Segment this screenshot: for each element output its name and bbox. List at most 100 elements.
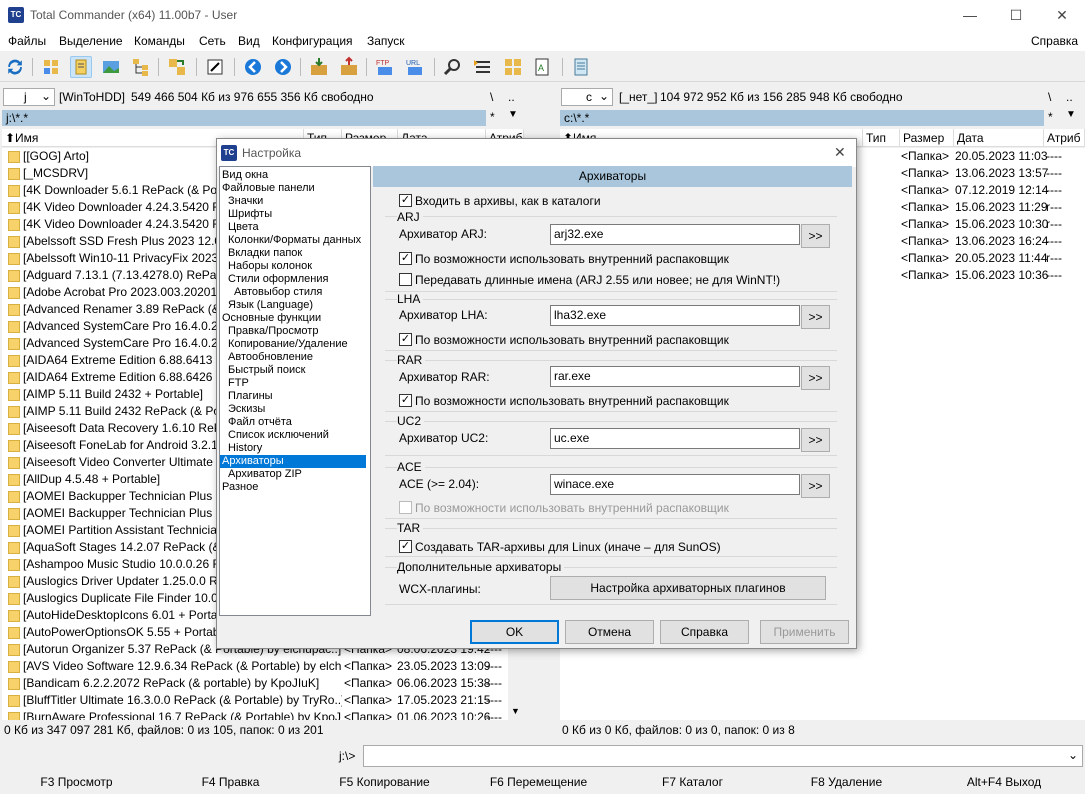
file-row[interactable]: [BluffTitler Ultimate 16.3.0.0 RePack (&… xyxy=(2,692,508,709)
left-up-button[interactable]: .. xyxy=(508,90,515,104)
left-root-button[interactable]: \ xyxy=(490,90,493,104)
wcx-plugins-button[interactable]: Настройка архиваторных плагинов xyxy=(550,576,826,600)
col-date[interactable]: Дата xyxy=(954,129,1044,147)
menu-start[interactable]: Запуск xyxy=(367,34,405,48)
file-row[interactable]: [BurnAware Professional 16.7 RePack (& P… xyxy=(2,709,508,720)
left-drive-select[interactable]: j ⌄ xyxy=(3,88,55,106)
menu-selection[interactable]: Выделение xyxy=(59,34,123,48)
brief-view-icon[interactable] xyxy=(40,56,62,78)
tree-item[interactable]: Быстрый поиск xyxy=(228,364,305,377)
refresh-icon[interactable] xyxy=(4,56,26,78)
dialog-close-button[interactable]: ✕ xyxy=(834,144,846,161)
lha-internal-checkbox[interactable]: ✓ xyxy=(399,333,412,346)
tree-item[interactable]: Язык (Language) xyxy=(228,299,313,312)
chevron-down-icon[interactable]: ⌄ xyxy=(1068,748,1078,762)
ace-browse-button[interactable]: >> xyxy=(801,474,830,498)
multi-rename-icon[interactable] xyxy=(472,56,494,78)
right-drive-select[interactable]: c ⌄ xyxy=(561,88,613,106)
arj-path-input[interactable]: arj32.exe xyxy=(550,224,800,245)
tree-view-icon[interactable] xyxy=(130,56,152,78)
invert-selection-icon[interactable] xyxy=(204,56,226,78)
col-size[interactable]: Размер xyxy=(900,129,954,147)
ftp-connect-icon[interactable]: FTP xyxy=(374,56,396,78)
lha-path-input[interactable]: lha32.exe xyxy=(550,305,800,326)
arj-browse-button[interactable]: >> xyxy=(801,224,830,248)
tree-item[interactable]: Архиваторы xyxy=(220,455,366,468)
scroll-down-icon[interactable]: ▼ xyxy=(511,706,520,716)
ace-path-input[interactable]: winace.exe xyxy=(550,474,800,495)
f7-mkdir-button[interactable]: F7 Каталог xyxy=(616,773,769,793)
f8-delete-button[interactable]: F8 Удаление xyxy=(770,773,923,793)
tree-item[interactable]: FTP xyxy=(228,377,249,390)
tree-item[interactable]: Плагины xyxy=(228,390,273,403)
tree-item[interactable]: Разное xyxy=(222,481,258,494)
tree-item[interactable]: Файл отчёта xyxy=(228,416,292,429)
col-type[interactable]: Тип xyxy=(863,129,900,147)
menu-commands[interactable]: Команды xyxy=(134,34,185,48)
tree-item[interactable]: Цвета xyxy=(228,221,259,234)
tree-item[interactable]: History xyxy=(228,442,262,455)
file-row[interactable]: [Bandicam 6.2.2.2072 RePack (& portable)… xyxy=(2,675,508,692)
menu-help[interactable]: Справка xyxy=(1031,34,1078,48)
right-hotlist-icon[interactable]: ▼ xyxy=(1066,109,1076,120)
right-root-button[interactable]: \ xyxy=(1048,90,1051,104)
unpack-icon[interactable] xyxy=(338,56,360,78)
tree-item[interactable]: Шрифты xyxy=(228,208,272,221)
f5-copy-button[interactable]: F5 Копирование xyxy=(308,773,461,793)
menu-files[interactable]: Файлы xyxy=(8,34,46,48)
right-path-bar[interactable]: c:\*.* xyxy=(560,110,1044,126)
left-hotlist-icon[interactable]: ▼ xyxy=(508,109,518,120)
command-input[interactable]: ⌄ xyxy=(363,745,1083,767)
url-connect-icon[interactable]: URL xyxy=(404,56,426,78)
arj-longnames-checkbox[interactable] xyxy=(399,273,412,286)
file-row[interactable]: [AVS Video Software 12.9.6.34 RePack (& … xyxy=(2,658,508,675)
rar-internal-checkbox[interactable]: ✓ xyxy=(399,394,412,407)
pack-icon[interactable] xyxy=(308,56,330,78)
left-history-button[interactable]: * xyxy=(490,110,495,124)
tree-item[interactable]: Эскизы xyxy=(228,403,265,416)
tree-item[interactable]: Правка/Просмотр xyxy=(228,325,318,338)
search-icon[interactable] xyxy=(442,56,464,78)
minimize-button[interactable]: — xyxy=(947,0,993,31)
tree-item[interactable]: Наборы колонок xyxy=(228,260,312,273)
select-files-icon[interactable] xyxy=(166,56,188,78)
tree-item[interactable]: Файловые панели xyxy=(222,182,315,195)
menu-configuration[interactable]: Конфигурация xyxy=(272,34,353,48)
tree-item[interactable]: Список исключений xyxy=(228,429,329,442)
right-history-button[interactable]: * xyxy=(1048,110,1053,124)
tree-item[interactable]: Вид окна xyxy=(222,169,268,182)
tree-item[interactable]: Значки xyxy=(228,195,263,208)
rar-browse-button[interactable]: >> xyxy=(801,366,830,390)
tar-linux-checkbox[interactable]: ✓ xyxy=(399,540,412,553)
rar-path-input[interactable]: rar.exe xyxy=(550,366,800,387)
tree-item[interactable]: Основные функции xyxy=(222,312,321,325)
right-up-button[interactable]: .. xyxy=(1066,90,1073,104)
tree-item[interactable]: Копирование/Удаление xyxy=(228,338,348,351)
f3-view-button[interactable]: F3 Просмотр xyxy=(0,773,153,793)
tree-item[interactable]: Архиватор ZIP xyxy=(228,468,302,481)
detailed-view-icon[interactable] xyxy=(70,56,92,78)
left-path-bar[interactable]: j:\*.* xyxy=(2,110,486,126)
f6-move-button[interactable]: F6 Перемещение xyxy=(462,773,615,793)
altf4-exit-button[interactable]: Alt+F4 Выход xyxy=(924,773,1084,793)
close-button[interactable]: ✕ xyxy=(1039,0,1085,31)
menu-net[interactable]: Сеть xyxy=(199,34,226,48)
maximize-button[interactable]: ☐ xyxy=(993,0,1039,31)
forward-icon[interactable] xyxy=(272,56,294,78)
thumbnails-icon[interactable] xyxy=(100,56,122,78)
tree-item[interactable]: Стили оформления xyxy=(228,273,328,286)
back-icon[interactable] xyxy=(242,56,264,78)
arj-internal-checkbox[interactable]: ✓ xyxy=(399,252,412,265)
enter-archives-checkbox[interactable]: ✓ xyxy=(399,194,412,207)
menu-view[interactable]: Вид xyxy=(238,34,260,48)
f4-edit-button[interactable]: F4 Правка xyxy=(154,773,307,793)
uc2-browse-button[interactable]: >> xyxy=(801,428,830,452)
tree-item[interactable]: Автообновление xyxy=(228,351,313,364)
help-button[interactable]: Справка xyxy=(660,620,749,644)
ok-button[interactable]: OK xyxy=(470,620,559,644)
lha-browse-button[interactable]: >> xyxy=(801,305,830,329)
uc2-path-input[interactable]: uc.exe xyxy=(550,428,800,449)
notepad-icon[interactable] xyxy=(570,56,592,78)
tree-item[interactable]: Колонки/Форматы данных xyxy=(228,234,361,247)
col-attr[interactable]: Атриб xyxy=(1044,129,1085,147)
